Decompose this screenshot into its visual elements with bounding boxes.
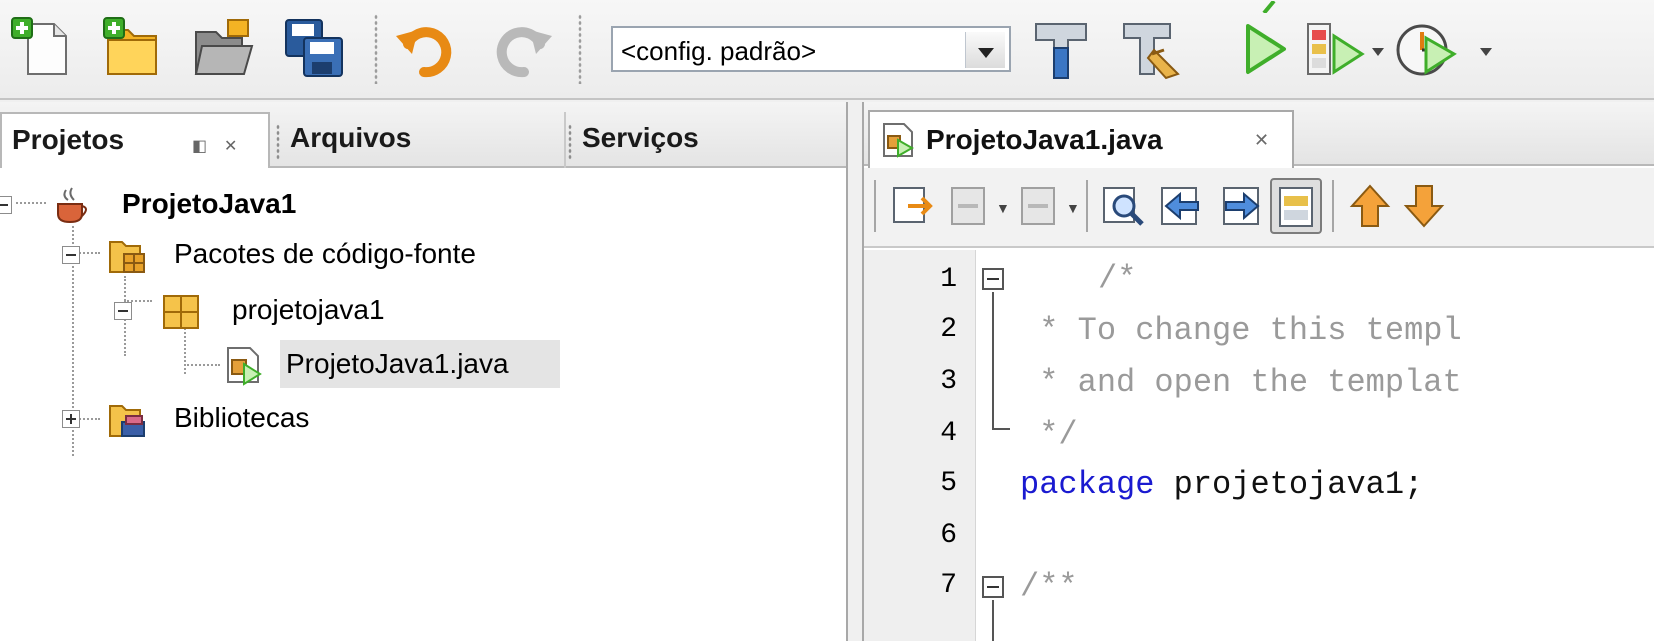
fold-collapse-icon[interactable] (982, 268, 1004, 290)
main-toolbar: <config. padrão> (0, 0, 1654, 100)
line-number: 6 (940, 520, 957, 551)
code-line-1: /* (1098, 260, 1137, 297)
line-number: 4 (940, 418, 957, 449)
chevron-down-icon[interactable]: ▼ (996, 200, 1010, 216)
tree-node-libraries[interactable]: Bibliotecas (0, 394, 600, 444)
code-line-3: * and open the templat (1020, 364, 1462, 401)
tree-node-source-packages[interactable]: Pacotes de código-fonte (0, 230, 600, 280)
chevron-down-icon[interactable] (965, 32, 1005, 68)
open-project-icon[interactable] (190, 14, 256, 84)
profile-dropdown-icon[interactable] (1476, 14, 1496, 84)
line-number: 1 (940, 264, 957, 295)
source-history-toggle-icon[interactable] (886, 178, 938, 234)
close-icon[interactable]: ✕ (224, 136, 237, 156)
last-edit-icon[interactable] (944, 178, 996, 234)
code-line-5: package projetojava1; (1020, 466, 1423, 503)
run-icon[interactable] (1232, 14, 1298, 84)
collapse-icon[interactable] (114, 302, 132, 320)
code-line-4: */ (1020, 416, 1078, 453)
find-previous-icon[interactable] (1156, 178, 1208, 234)
java-main-file-icon (222, 344, 264, 386)
profile-icon[interactable] (1392, 14, 1458, 84)
java-project-icon (50, 184, 92, 226)
tab-arquivos[interactable]: Arquivos (276, 112, 566, 168)
fold-collapse-icon[interactable] (982, 576, 1004, 598)
tab-projetojava1-java[interactable]: ProjetoJava1.java ✕ (868, 110, 1294, 168)
java-main-file-icon (880, 122, 916, 158)
tree-node-java-file[interactable]: ProjetoJava1.java (0, 340, 600, 390)
package-name: projetojava1; (1154, 466, 1424, 503)
libraries-icon (106, 398, 148, 440)
build-icon[interactable] (1028, 14, 1094, 84)
editor-tab-bar: ProjetoJava1.java ✕ (864, 102, 1654, 168)
code-editor: ProjetoJava1.java ✕ ▼ ▼ 1 2 3 4 5 6 7 /*… (862, 102, 1654, 641)
line-number: 2 (940, 314, 957, 345)
code-line-7: /** (1020, 568, 1078, 605)
new-file-icon[interactable] (10, 14, 76, 84)
clean-build-icon[interactable] (1118, 14, 1184, 84)
debug-dropdown-icon[interactable] (1368, 14, 1388, 84)
line-number: 5 (940, 468, 957, 499)
line-number: 7 (940, 570, 957, 601)
tab-label: Arquivos (290, 122, 412, 153)
tab-servicos[interactable]: Serviços (568, 112, 846, 168)
expand-icon[interactable] (62, 410, 80, 428)
chevron-down-icon[interactable]: ▼ (1066, 200, 1080, 216)
green-arrow-mark (1262, 0, 1276, 15)
line-number: 3 (940, 366, 957, 397)
line-number-gutter: 1 2 3 4 5 6 7 (864, 250, 976, 641)
tab-label: Serviços (582, 122, 699, 153)
panel-tab-bar: Projetos ◧ ✕ Arquivos Serviços (0, 102, 846, 168)
config-select-value: <config. padrão> (621, 36, 817, 66)
tree-node-package[interactable]: projetojava1 (0, 286, 600, 336)
redo-icon[interactable] (488, 14, 554, 84)
libraries-label: Bibliotecas (174, 402, 310, 433)
package-label: projetojava1 (232, 294, 385, 325)
close-icon[interactable]: ✕ (1254, 130, 1269, 151)
collapse-icon[interactable] (62, 246, 80, 264)
tab-label: Projetos (12, 124, 125, 155)
package-icon (160, 290, 202, 332)
editor-tab-label: ProjetoJava1.java (926, 124, 1163, 155)
tree-node-project[interactable]: ProjetoJava1 (0, 180, 600, 230)
projects-panel: Projetos ◧ ✕ Arquivos Serviços ProjetoJa… (0, 102, 848, 641)
next-bookmark-icon[interactable] (1398, 178, 1450, 234)
find-next-icon[interactable] (1214, 178, 1266, 234)
config-select[interactable]: <config. padrão> (611, 26, 1011, 72)
minimize-icon[interactable]: ◧ (192, 136, 207, 156)
source-packages-icon (106, 234, 148, 276)
keyword-package: package (1020, 466, 1155, 503)
collapse-icon[interactable] (0, 196, 12, 214)
java-file-label: ProjetoJava1.java (286, 348, 509, 379)
new-project-icon[interactable] (98, 14, 164, 84)
save-all-icon[interactable] (282, 14, 348, 84)
toggle-highlight-icon[interactable] (1270, 178, 1322, 234)
previous-bookmark-icon[interactable] (1344, 178, 1396, 234)
find-icon[interactable] (1098, 178, 1150, 234)
source-packages-label: Pacotes de código-fonte (174, 238, 476, 269)
project-name: ProjetoJava1 (122, 188, 297, 219)
code-line-2: * To change this templ (1020, 312, 1462, 349)
undo-icon[interactable] (394, 14, 460, 84)
tab-projetos[interactable]: Projetos ◧ ✕ (0, 112, 270, 168)
debug-icon[interactable] (1302, 14, 1368, 84)
back-icon[interactable] (1014, 178, 1066, 234)
editor-toolbar: ▼ ▼ (864, 168, 1654, 248)
